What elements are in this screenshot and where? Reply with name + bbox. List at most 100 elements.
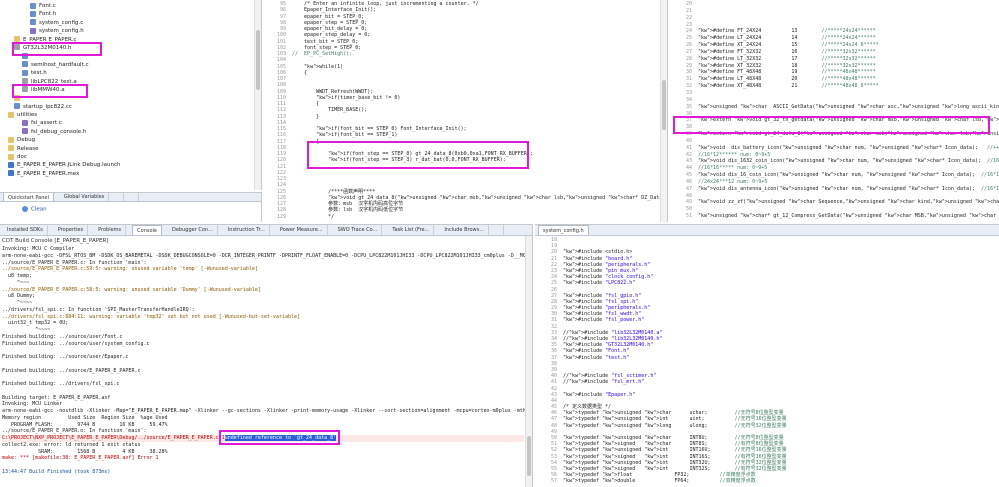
tree-item[interactable]: fsl_debug_console.h: [0, 128, 255, 136]
console-tab[interactable]: SWO Trace Co...: [334, 225, 383, 235]
tree-item[interactable]: fsl_assert.c: [0, 119, 255, 127]
code-line[interactable]: 41 "kw">void dis_battery_icon("kw">unsign…: [670, 145, 999, 152]
system-config-editor[interactable]: system_config.h 18 19 20 "kw">#include <std…: [535, 224, 999, 487]
tab-system-config-h[interactable]: system_config.h: [538, 225, 589, 235]
code-line[interactable]: 50: [670, 206, 999, 213]
code-line[interactable]: 27 "kw">#define FT_32X32 16 //*****32x32*…: [670, 49, 999, 56]
main-editor[interactable]: 95 /* Enter an infinite loop, just incre…: [264, 0, 668, 222]
tree-item[interactable]: [0, 94, 255, 102]
code-text: "kw">#define LT_32X32 17 //*****32x32***…: [698, 55, 876, 62]
tree-item[interactable]: test.h: [0, 69, 255, 77]
console-tab[interactable]: Debugger Con...: [168, 225, 218, 235]
code-line[interactable]: 36: [670, 111, 999, 118]
tree-item[interactable]: semihost_hardfault.c: [0, 61, 255, 69]
code-line[interactable]: 26 "kw">#define XT_24X24 15 //*****24x24 …: [670, 42, 999, 49]
code-line[interactable]: 44 //16*16***** num: 0~9+5: [670, 165, 999, 172]
folder-icon: [14, 94, 20, 101]
tree-item[interactable]: Font.h: [0, 10, 255, 18]
source-file-icon: [30, 27, 36, 34]
tab-misc-2[interactable]: [130, 193, 140, 201]
console-tab[interactable]: Instruction Tr...: [224, 225, 270, 235]
tree-item[interactable]: Font.c: [0, 2, 255, 10]
project-tree: Font.c Font.h system_config.c system_config…: [0, 2, 255, 178]
tree-item[interactable]: E_PAPER E_PAPER.c: [0, 36, 255, 44]
header-code[interactable]: 20 21 22 23 24 "kw">#define FT_24X24 13 //***…: [670, 1, 999, 220]
code-line[interactable]: 57 "kw">typedef "kw">double FP64; //双精度浮点…: [535, 478, 787, 484]
code-text: "kw">#define FT_48X48 19 //*****48x48***…: [698, 69, 876, 76]
tree-item[interactable]: GT32L32M0140.h: [0, 44, 255, 52]
code-line[interactable]: 22: [670, 15, 999, 22]
code-line[interactable]: 129 */: [264, 214, 667, 220]
code-line[interactable]: 47 "kw">void dis_antenna_icon("kw">unsign…: [670, 186, 999, 193]
code-line[interactable]: 20: [670, 1, 999, 8]
selected-error-text[interactable]: undefined reference to `gt_24_data_8': [224, 435, 337, 441]
line-number: 46: [685, 178, 692, 185]
tree-item[interactable]: doc: [0, 153, 255, 161]
code-line[interactable]: 37 "kw">extern "kw">void gt_32_th_getdata…: [670, 117, 999, 124]
console-tab[interactable]: Console: [132, 225, 162, 235]
tree-item[interactable]: system_config.c: [0, 19, 255, 27]
header-editor[interactable]: 20 21 22 23 24 "kw">#define FT_24X24 13 //***…: [670, 0, 999, 222]
tree-scrollbar[interactable]: [254, 0, 261, 190]
tree-item[interactable]: libLPC822_test.a: [0, 78, 255, 86]
tree-item[interactable]: system_config.h: [0, 27, 255, 35]
code-line[interactable]: 33: [670, 90, 999, 97]
code-line[interactable]: 48 "kw">typedef "kw">unsigned "kw">long u…: [535, 423, 787, 429]
code-line[interactable]: 43 "kw">void dis_1632_coin_icon("kw">unsi…: [670, 158, 999, 165]
code-line[interactable]: 42 //16*12****** num: 0~9+5: [670, 152, 999, 159]
console-tabbar: Installed SDKs Properties Problems Console D…: [0, 225, 532, 236]
code-line[interactable]: 48: [670, 193, 999, 200]
console-tab[interactable]: Power Measure...: [276, 225, 328, 235]
code-text: "kw">typedef "kw">unsigned "kw">int uint…: [563, 416, 787, 423]
console-line-text: ^~~~~: [2, 300, 33, 306]
code-line[interactable]: 40: [670, 138, 999, 145]
tree-item-label: system_config.c: [39, 19, 84, 26]
system-config-code[interactable]: 18 19 20 "kw">#include <stdio.h> 21 "kw">#inc…: [535, 237, 787, 485]
tree-item[interactable]: startup_lpc822.cc: [0, 103, 255, 111]
tree-item[interactable]: E_PAPER E_PAPER JLink Debug.launch: [0, 161, 255, 169]
tree-item[interactable]: Release: [0, 145, 255, 153]
console-tab[interactable]: Task List (Fre...: [388, 225, 435, 235]
console-tab[interactable]: Problems: [94, 225, 127, 235]
tab-quickstart[interactable]: Quickstart Panel: [3, 193, 54, 201]
main-code[interactable]: 95 /* Enter an infinite loop, just incre…: [264, 1, 667, 220]
main-editor-scrollbar[interactable]: [660, 0, 667, 222]
code-line[interactable]: 31 "kw">#define LT_48X48 20 //*****48x48*…: [670, 76, 999, 83]
code-text: "kw">#include "peripherals.h": [563, 305, 651, 312]
tree-item[interactable]: Debug: [0, 136, 255, 144]
code-line[interactable]: 46 //24x24***12 num: 0~9+5: [670, 179, 999, 186]
console-tab[interactable]: Include Brows...: [440, 225, 489, 235]
code-line[interactable]: 45 "kw">void dis_16_coin_icon("kw">unsign…: [670, 172, 999, 179]
tree-item[interactable]: libMMW40.a: [0, 86, 255, 94]
code-text: // EP_PC_SetHigh();: [292, 51, 353, 57]
console-tab[interactable]: Properties: [54, 225, 89, 235]
code-text: "kw">#define XT_24X24 15 //*****24x24 6*…: [698, 42, 879, 49]
code-line[interactable]: 21: [670, 8, 999, 15]
clean-link[interactable]: Clean: [22, 206, 47, 213]
code-text: "kw">typedef "kw">unsigned "kw">int INT3…: [563, 459, 787, 466]
code-line[interactable]: 25 "kw">#define LT_24X24 14 //*****24x24*…: [670, 35, 999, 42]
code-line[interactable]: 49 "kw">void zz_zf("kw">unsigned "kw">cha…: [670, 199, 999, 206]
console-tab[interactable]: Installed SDKs: [3, 225, 48, 235]
code-line[interactable]: 35 "kw">unsigned "kw">char ASCII_GetData(…: [670, 104, 999, 111]
console-tab[interactable]: [495, 225, 504, 235]
code-line[interactable]: 32 "kw">#define XT_48X48 21 //*****48x48 …: [670, 83, 999, 90]
tree-item[interactable]: [0, 52, 255, 60]
code-line[interactable]: 24 "kw">#define FT_24X24 13 //*****24x24*…: [670, 28, 999, 35]
code-line[interactable]: 39 "kw">extern "kw">void gt_24_data_8("kw…: [670, 131, 999, 138]
code-line[interactable]: 29 "kw">#define XT_32X32 18 //*****32x32*…: [670, 63, 999, 70]
code-line[interactable]: 28 "kw">#define LT_32X32 17 //*****32x32*…: [670, 56, 999, 63]
console-scrollbar[interactable]: [525, 236, 532, 487]
tree-item[interactable]: utilities: [0, 111, 255, 119]
tab-global-variables[interactable]: Global Variables: [60, 193, 110, 201]
code-line[interactable]: 51 "kw">unsigned "kw">char* gt_12_Compres…: [670, 213, 999, 220]
tab-misc-1[interactable]: [115, 193, 125, 201]
tree-item[interactable]: E_PAPER E_PAPER.mex: [0, 170, 255, 178]
code-text: /* Enter an infinite loop, just incremen…: [292, 1, 479, 7]
code-line[interactable]: 23: [670, 22, 999, 29]
code-line[interactable]: 30 "kw">#define FT_48X48 19 //*****48x48*…: [670, 69, 999, 76]
console-line: u8 Dummy;: [2, 293, 524, 300]
code-line[interactable]: 38: [670, 124, 999, 131]
code-line[interactable]: 34: [670, 97, 999, 104]
